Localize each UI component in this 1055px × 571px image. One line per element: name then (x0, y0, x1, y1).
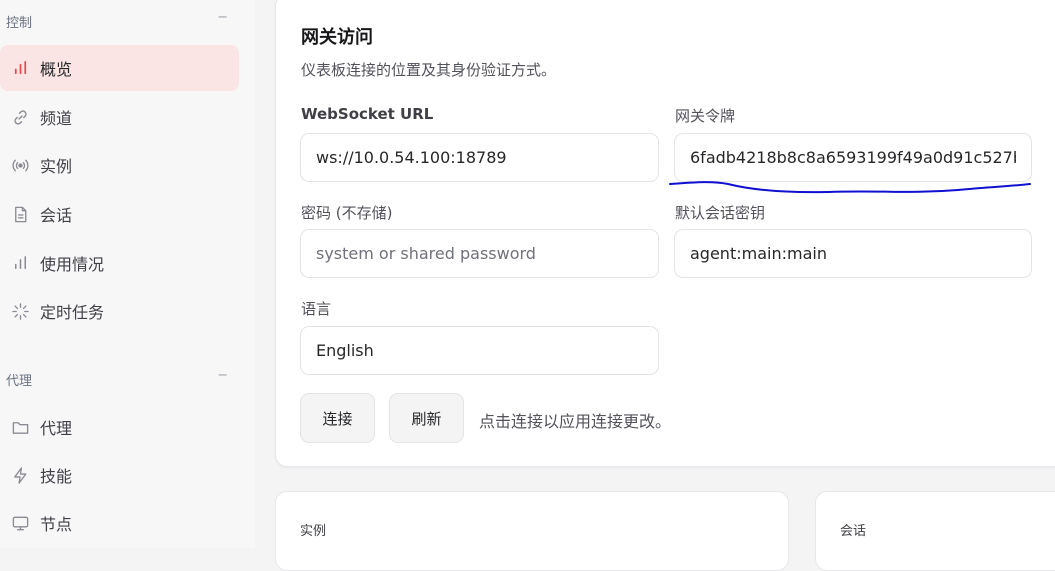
section-title: 代理 (6, 374, 33, 389)
connect-hint: 点击连接以应用连接更改。 (479, 412, 672, 431)
gateway-access-card: 网关访问 仪表板连接的位置及其身份验证方式。 WebSocket URL 网关令… (275, 0, 1055, 467)
sidebar-item-sessions[interactable]: 会话 (0, 191, 239, 237)
sidebar-item-label: 会话 (40, 206, 73, 225)
websocket-url-input[interactable] (300, 133, 659, 182)
link-icon (8, 108, 32, 127)
language-select-value: English (316, 341, 374, 360)
language-select[interactable]: English (300, 326, 659, 375)
collapse-icon[interactable]: − (217, 368, 228, 383)
sidebar-item-usage[interactable]: 使用情况 (0, 240, 239, 286)
sidebar-item-label: 定时任务 (40, 303, 105, 322)
section-header-agents[interactable]: 代理 − (6, 368, 228, 390)
bar-chart-icon (8, 254, 32, 273)
sidebar-item-label: 频道 (40, 109, 73, 128)
refresh-button[interactable]: 刷新 (389, 393, 464, 443)
language-label: 语言 (301, 300, 332, 318)
sidebar-item-label: 代理 (40, 419, 73, 438)
radio-signal-icon (8, 156, 32, 175)
sidebar-item-label: 概览 (40, 60, 73, 79)
sidebar-item-skills[interactable]: 技能 (0, 452, 239, 498)
annotation-underline (669, 181, 1031, 194)
section-title: 控制 (6, 16, 33, 31)
collapse-icon[interactable]: − (217, 10, 228, 25)
bar-chart-icon (8, 59, 32, 78)
card-subtitle: 仪表板连接的位置及其身份验证方式。 (301, 61, 557, 79)
instances-card: 实例 (275, 491, 789, 571)
connect-button[interactable]: 连接 (300, 393, 375, 443)
sessions-card: 会话 (815, 491, 1055, 571)
session-key-label: 默认会话密钥 (675, 204, 766, 222)
password-input[interactable] (300, 229, 659, 278)
sidebar-item-overview[interactable]: 概览 (0, 45, 239, 91)
sidebar: 控制 − 概览 频道 实例 会话 使用情况 定时任务 代理 − 代理 技能 节点 (0, 0, 255, 548)
document-icon (8, 205, 32, 224)
gateway-token-input[interactable] (674, 133, 1032, 182)
folder-icon (8, 418, 32, 437)
sessions-card-title: 会话 (840, 524, 867, 539)
session-key-input[interactable] (674, 229, 1032, 278)
section-header-control[interactable]: 控制 − (6, 10, 228, 32)
password-label: 密码 (不存储) (301, 204, 393, 222)
sidebar-item-label: 使用情况 (40, 255, 105, 274)
sidebar-item-label: 实例 (40, 157, 73, 176)
instances-card-title: 实例 (300, 524, 327, 539)
sidebar-item-instances[interactable]: 实例 (0, 142, 239, 188)
sidebar-item-label: 节点 (40, 515, 73, 534)
sidebar-item-agents[interactable]: 代理 (0, 404, 239, 450)
sidebar-item-nodes[interactable]: 节点 (0, 500, 239, 546)
loader-icon (8, 302, 32, 321)
sidebar-item-channels[interactable]: 频道 (0, 94, 239, 140)
sidebar-item-cron[interactable]: 定时任务 (0, 288, 239, 334)
gateway-token-label: 网关令牌 (675, 107, 736, 125)
lightning-icon (8, 466, 32, 485)
sidebar-item-label: 技能 (40, 467, 73, 486)
monitor-icon (8, 514, 32, 533)
websocket-url-label: WebSocket URL (301, 105, 434, 123)
card-title: 网关访问 (301, 27, 373, 48)
